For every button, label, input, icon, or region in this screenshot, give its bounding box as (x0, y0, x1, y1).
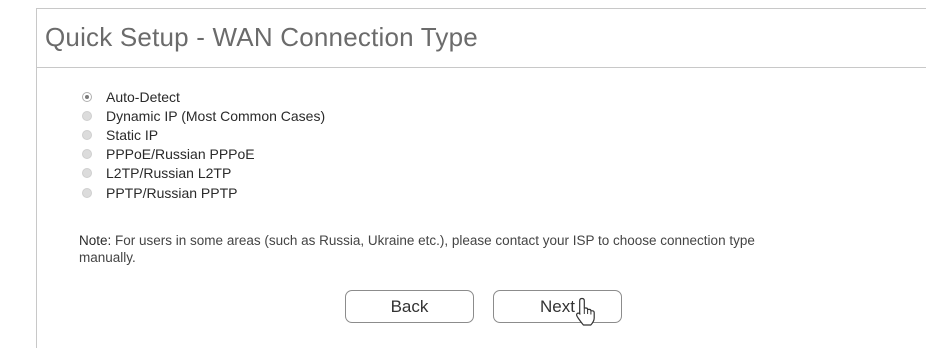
radio-button[interactable] (82, 149, 92, 160)
option-dynamic-ip[interactable]: Dynamic IP (Most Common Cases) (82, 106, 325, 125)
note-body: For users in some areas (such as Russia,… (79, 233, 755, 265)
radio-button[interactable] (82, 129, 92, 140)
next-button[interactable]: Next (493, 290, 622, 323)
radio-button[interactable] (82, 168, 92, 179)
note-text: Note: For users in some areas (such as R… (79, 232, 799, 266)
connection-type-options: Auto-Detect Dynamic IP (Most Common Case… (82, 87, 325, 202)
radio-button[interactable] (82, 110, 92, 121)
option-pptp[interactable]: PPTP/Russian PPTP (82, 183, 325, 202)
option-label: Static IP (106, 126, 159, 143)
page-title: Quick Setup - WAN Connection Type (45, 22, 478, 52)
option-l2tp[interactable]: L2TP/Russian L2TP (82, 164, 325, 183)
option-label: PPPoE/Russian PPPoE (106, 146, 255, 163)
option-label: Dynamic IP (Most Common Cases) (106, 107, 326, 124)
back-button[interactable]: Back (345, 290, 474, 323)
option-pppoe[interactable]: PPPoE/Russian PPPoE (82, 145, 325, 164)
radio-button-selected[interactable] (82, 91, 92, 102)
note-label: Note: (79, 233, 112, 248)
option-label: L2TP/Russian L2TP (106, 165, 232, 182)
option-label: PPTP/Russian PPTP (106, 184, 238, 201)
option-auto-detect[interactable]: Auto-Detect (82, 87, 325, 106)
option-static-ip[interactable]: Static IP (82, 125, 325, 144)
radio-button[interactable] (82, 187, 92, 198)
title-divider (37, 67, 926, 68)
option-label: Auto-Detect (106, 88, 180, 105)
